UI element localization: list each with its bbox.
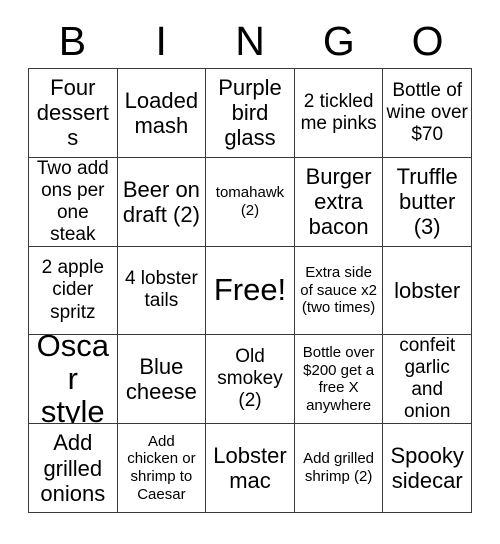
- bingo-cell-label: Add grilled onions: [40, 430, 106, 506]
- bingo-cell-g2[interactable]: Burger extra bacon: [294, 157, 384, 247]
- bingo-cell-g5[interactable]: Add grilled shrimp (2): [294, 424, 384, 513]
- bingo-cell-i3[interactable]: 4 lobster tails: [117, 246, 207, 336]
- bingo-cell-label: Burger extra bacon: [305, 164, 372, 240]
- bingo-header-letter-o: O: [411, 17, 444, 64]
- bingo-grid: Four desserts Loaded mash Purple bird gl…: [28, 68, 472, 513]
- bingo-cell-o1[interactable]: Bottle of wine over $70: [383, 69, 472, 158]
- bingo-cell-o3[interactable]: lobster: [383, 246, 472, 336]
- bingo-cell-label: Oscar style: [36, 335, 109, 425]
- bingo-cell-label: Blue cheese: [125, 354, 197, 405]
- bingo-cell-label: confeit garlic and onion: [399, 335, 456, 423]
- bingo-card: B I N G O Four desserts Loaded mash Purp…: [0, 0, 500, 544]
- bingo-cell-b5[interactable]: Add grilled onions: [29, 424, 118, 513]
- bingo-cell-label: Loaded mash: [124, 87, 199, 138]
- bingo-cell-label: Add grilled shrimp (2): [303, 450, 375, 486]
- bingo-cell-label: Bottle of wine over $70: [386, 79, 468, 145]
- bingo-cell-n2[interactable]: tomahawk (2): [206, 157, 295, 247]
- free-space-label: Free!: [213, 272, 287, 308]
- bingo-cell-o2[interactable]: Truffle butter (3): [383, 157, 472, 247]
- bingo-header-letter-n: N: [235, 17, 265, 64]
- bingo-cell-label: Lobster mac: [213, 443, 287, 494]
- bingo-cell-n1[interactable]: Purple bird glass: [206, 69, 295, 158]
- bingo-header-letter-g: G: [322, 17, 355, 64]
- bingo-cell-n5[interactable]: Lobster mac: [206, 424, 295, 513]
- bingo-header-row: B I N G O: [28, 14, 472, 68]
- bingo-cell-b1[interactable]: Four desserts: [29, 69, 118, 158]
- bingo-cell-i1[interactable]: Loaded mash: [117, 69, 207, 158]
- bingo-cell-o5[interactable]: Spooky sidecar: [383, 424, 472, 513]
- bingo-cell-label: lobster: [394, 277, 461, 303]
- bingo-cell-i4[interactable]: Blue cheese: [117, 335, 207, 425]
- bingo-cell-free-space[interactable]: Free!: [206, 246, 295, 336]
- bingo-cell-label: Add chicken or shrimp to Caesar: [127, 432, 196, 503]
- bingo-cell-label: Truffle butter (3): [396, 164, 458, 240]
- bingo-header-letter-i: I: [155, 17, 167, 64]
- bingo-cell-label: 2 apple cider spritz: [41, 257, 104, 323]
- bingo-cell-b4[interactable]: Oscar style: [29, 335, 118, 425]
- bingo-cell-b3[interactable]: 2 apple cider spritz: [29, 246, 118, 336]
- bingo-cell-g3[interactable]: Extra side of sauce x2 (two times): [294, 246, 384, 336]
- bingo-cell-label: Purple bird glass: [218, 75, 282, 151]
- bingo-cell-n4[interactable]: Old smokey (2): [206, 335, 295, 425]
- bingo-cell-g1[interactable]: 2 tickled me pinks: [294, 69, 384, 158]
- bingo-cell-label: 2 tickled me pinks: [300, 90, 377, 134]
- bingo-cell-i5[interactable]: Add chicken or shrimp to Caesar: [117, 424, 207, 513]
- bingo-cell-b2[interactable]: Two add ons per one steak: [29, 157, 118, 247]
- bingo-cell-i2[interactable]: Beer on draft (2): [117, 157, 207, 247]
- bingo-cell-o4[interactable]: confeit garlic and onion: [383, 335, 472, 425]
- bingo-cell-label: Four desserts: [36, 75, 109, 151]
- bingo-cell-g4[interactable]: Bottle over $200 get a free X anywhere: [294, 335, 384, 425]
- bingo-cell-label: Spooky sidecar: [390, 443, 464, 494]
- bingo-cell-label: Beer on draft (2): [122, 176, 200, 227]
- bingo-cell-label: Two add ons per one steak: [36, 157, 109, 245]
- bingo-header-letter-b: B: [58, 17, 87, 64]
- bingo-cell-label: Bottle over $200 get a free X anywhere: [302, 343, 375, 414]
- bingo-cell-label: 4 lobster tails: [124, 268, 198, 312]
- bingo-cell-label: tomahawk (2): [215, 184, 285, 219]
- bingo-cell-label: Old smokey (2): [217, 346, 283, 412]
- bingo-cell-label: Extra side of sauce x2 (two times): [300, 263, 377, 317]
